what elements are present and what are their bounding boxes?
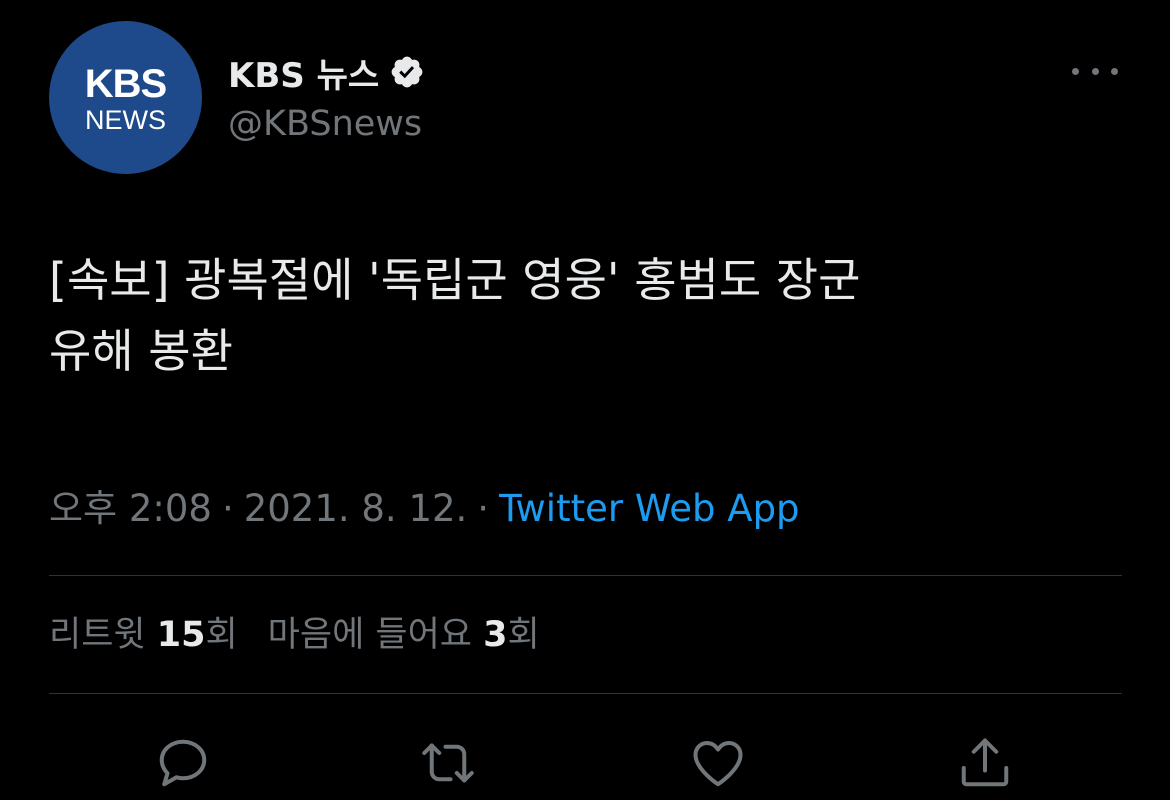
retweet-icon — [422, 743, 474, 783]
more-dot — [1072, 67, 1079, 75]
share-button[interactable] — [955, 733, 1015, 793]
reply-button[interactable] — [153, 733, 213, 793]
retweets-label: 리트윗 — [49, 615, 146, 655]
likes-unit: 회 — [507, 615, 540, 655]
account-handle[interactable]: @KBSnews — [228, 104, 422, 144]
more-dot — [1091, 67, 1099, 75]
retweets-count: 15 — [156, 615, 206, 655]
tweet-text: [속보] 광복절에 '독립군 영웅' 홍범도 장군 유해 봉환 — [49, 245, 1109, 387]
tweet-date[interactable]: 2021. 8. 12. — [244, 487, 468, 530]
tweet-text-line: 유해 봉환 — [49, 324, 233, 378]
retweet-button[interactable] — [418, 733, 478, 793]
meta-separator: · — [221, 487, 234, 530]
more-icon[interactable] — [1072, 58, 1118, 84]
reply-icon — [159, 739, 207, 787]
tweet-time[interactable]: 오후 2:08 — [49, 487, 212, 530]
more-dot — [1111, 67, 1118, 75]
display-name[interactable]: KBS 뉴스 — [228, 48, 379, 97]
likes-label: 마음에 들어요 — [267, 615, 472, 655]
retweets-stat[interactable]: 리트윗 15회 — [49, 615, 238, 655]
tweet-meta: 오후 2:08 · 2021. 8. 12. · Twitter Web App — [49, 484, 800, 534]
verified-badge-icon — [391, 56, 423, 88]
tweet-source-link[interactable]: Twitter Web App — [499, 487, 799, 530]
avatar-logo-kbs: KBS — [84, 61, 167, 106]
retweets-unit: 회 — [205, 615, 238, 655]
like-button[interactable] — [688, 733, 748, 793]
likes-count: 3 — [483, 615, 508, 655]
divider — [49, 693, 1122, 694]
tweet-stats: 리트윗 15회 마음에 들어요 3회 — [49, 610, 540, 660]
avatar-logo-news: NEWS — [85, 104, 166, 135]
name-row: KBS 뉴스 — [228, 48, 425, 96]
divider — [49, 575, 1122, 576]
avatar[interactable]: KBS NEWS — [49, 21, 202, 174]
meta-separator: · — [477, 487, 490, 530]
share-icon — [961, 738, 1009, 787]
heart-icon — [693, 741, 743, 787]
likes-stat[interactable]: 마음에 들어요 3회 — [268, 615, 540, 655]
tweet-text-line: [속보] 광복절에 '독립군 영웅' 홍범도 장군 — [49, 253, 861, 307]
